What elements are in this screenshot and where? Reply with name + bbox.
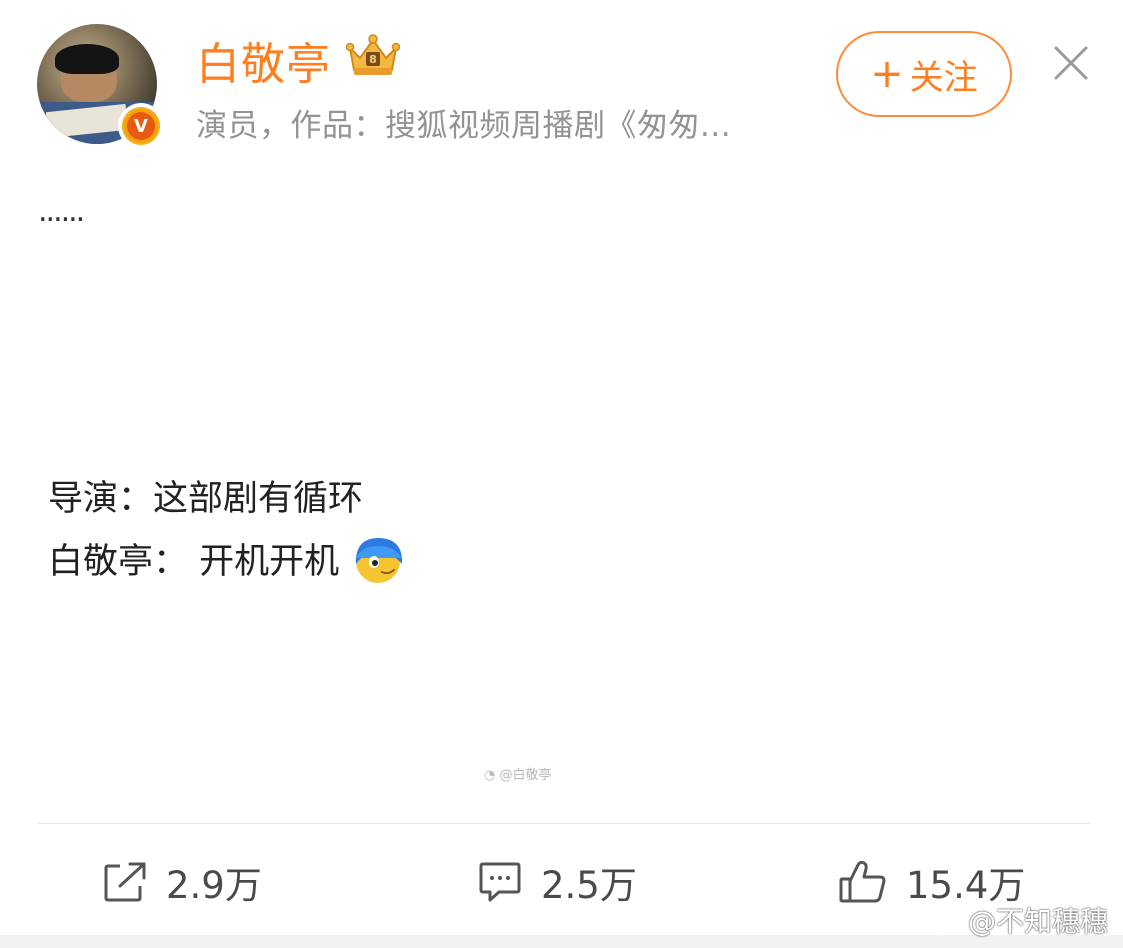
repost-button[interactable]: 2.9万: [102, 852, 262, 912]
divider: [38, 823, 1090, 824]
close-icon[interactable]: [1050, 42, 1092, 84]
weibo-logo-icon: ◔: [484, 768, 496, 783]
plus-icon: +: [870, 51, 904, 97]
weibo-post-card: V 白敬亭 8 演员，作品：搜狐视频周播剧《匆匆... + 关注 ...... …: [0, 0, 1123, 948]
comment-button[interactable]: 2.5万: [477, 852, 637, 912]
post-line-director: 导演：这部剧有循环: [48, 479, 364, 519]
user-bio: 演员，作品：搜狐视频周播剧《匆匆...: [196, 108, 732, 144]
follow-label: 关注: [909, 57, 978, 98]
repost-credit-watermark: @不知穗穗: [920, 900, 1108, 940]
follow-button[interactable]: + 关注: [836, 31, 1012, 117]
weibo-logo-icon: [921, 905, 962, 936]
crown-member-icon: 8: [346, 34, 400, 75]
repost-icon: [104, 862, 146, 902]
post-line-reply: 白敬亭： 开机开机: [48, 533, 406, 588]
repost-count: 2.9万: [166, 864, 262, 907]
comment-icon: [479, 862, 521, 902]
emoji-blue-face-icon: [356, 538, 403, 583]
avatar-hair: [55, 44, 119, 74]
comment-count: 2.5万: [541, 864, 637, 907]
user-name[interactable]: 白敬亭: [196, 28, 331, 92]
thumbs-up-icon: [839, 860, 886, 903]
verified-badge-icon: V: [118, 103, 164, 149]
post-ellipsis: ......: [38, 194, 85, 229]
image-watermark: ◔ @白敬亭: [484, 768, 552, 783]
svg-text:8: 8: [369, 53, 377, 66]
post-line-reply-text: 白敬亭： 开机开机: [48, 542, 340, 582]
